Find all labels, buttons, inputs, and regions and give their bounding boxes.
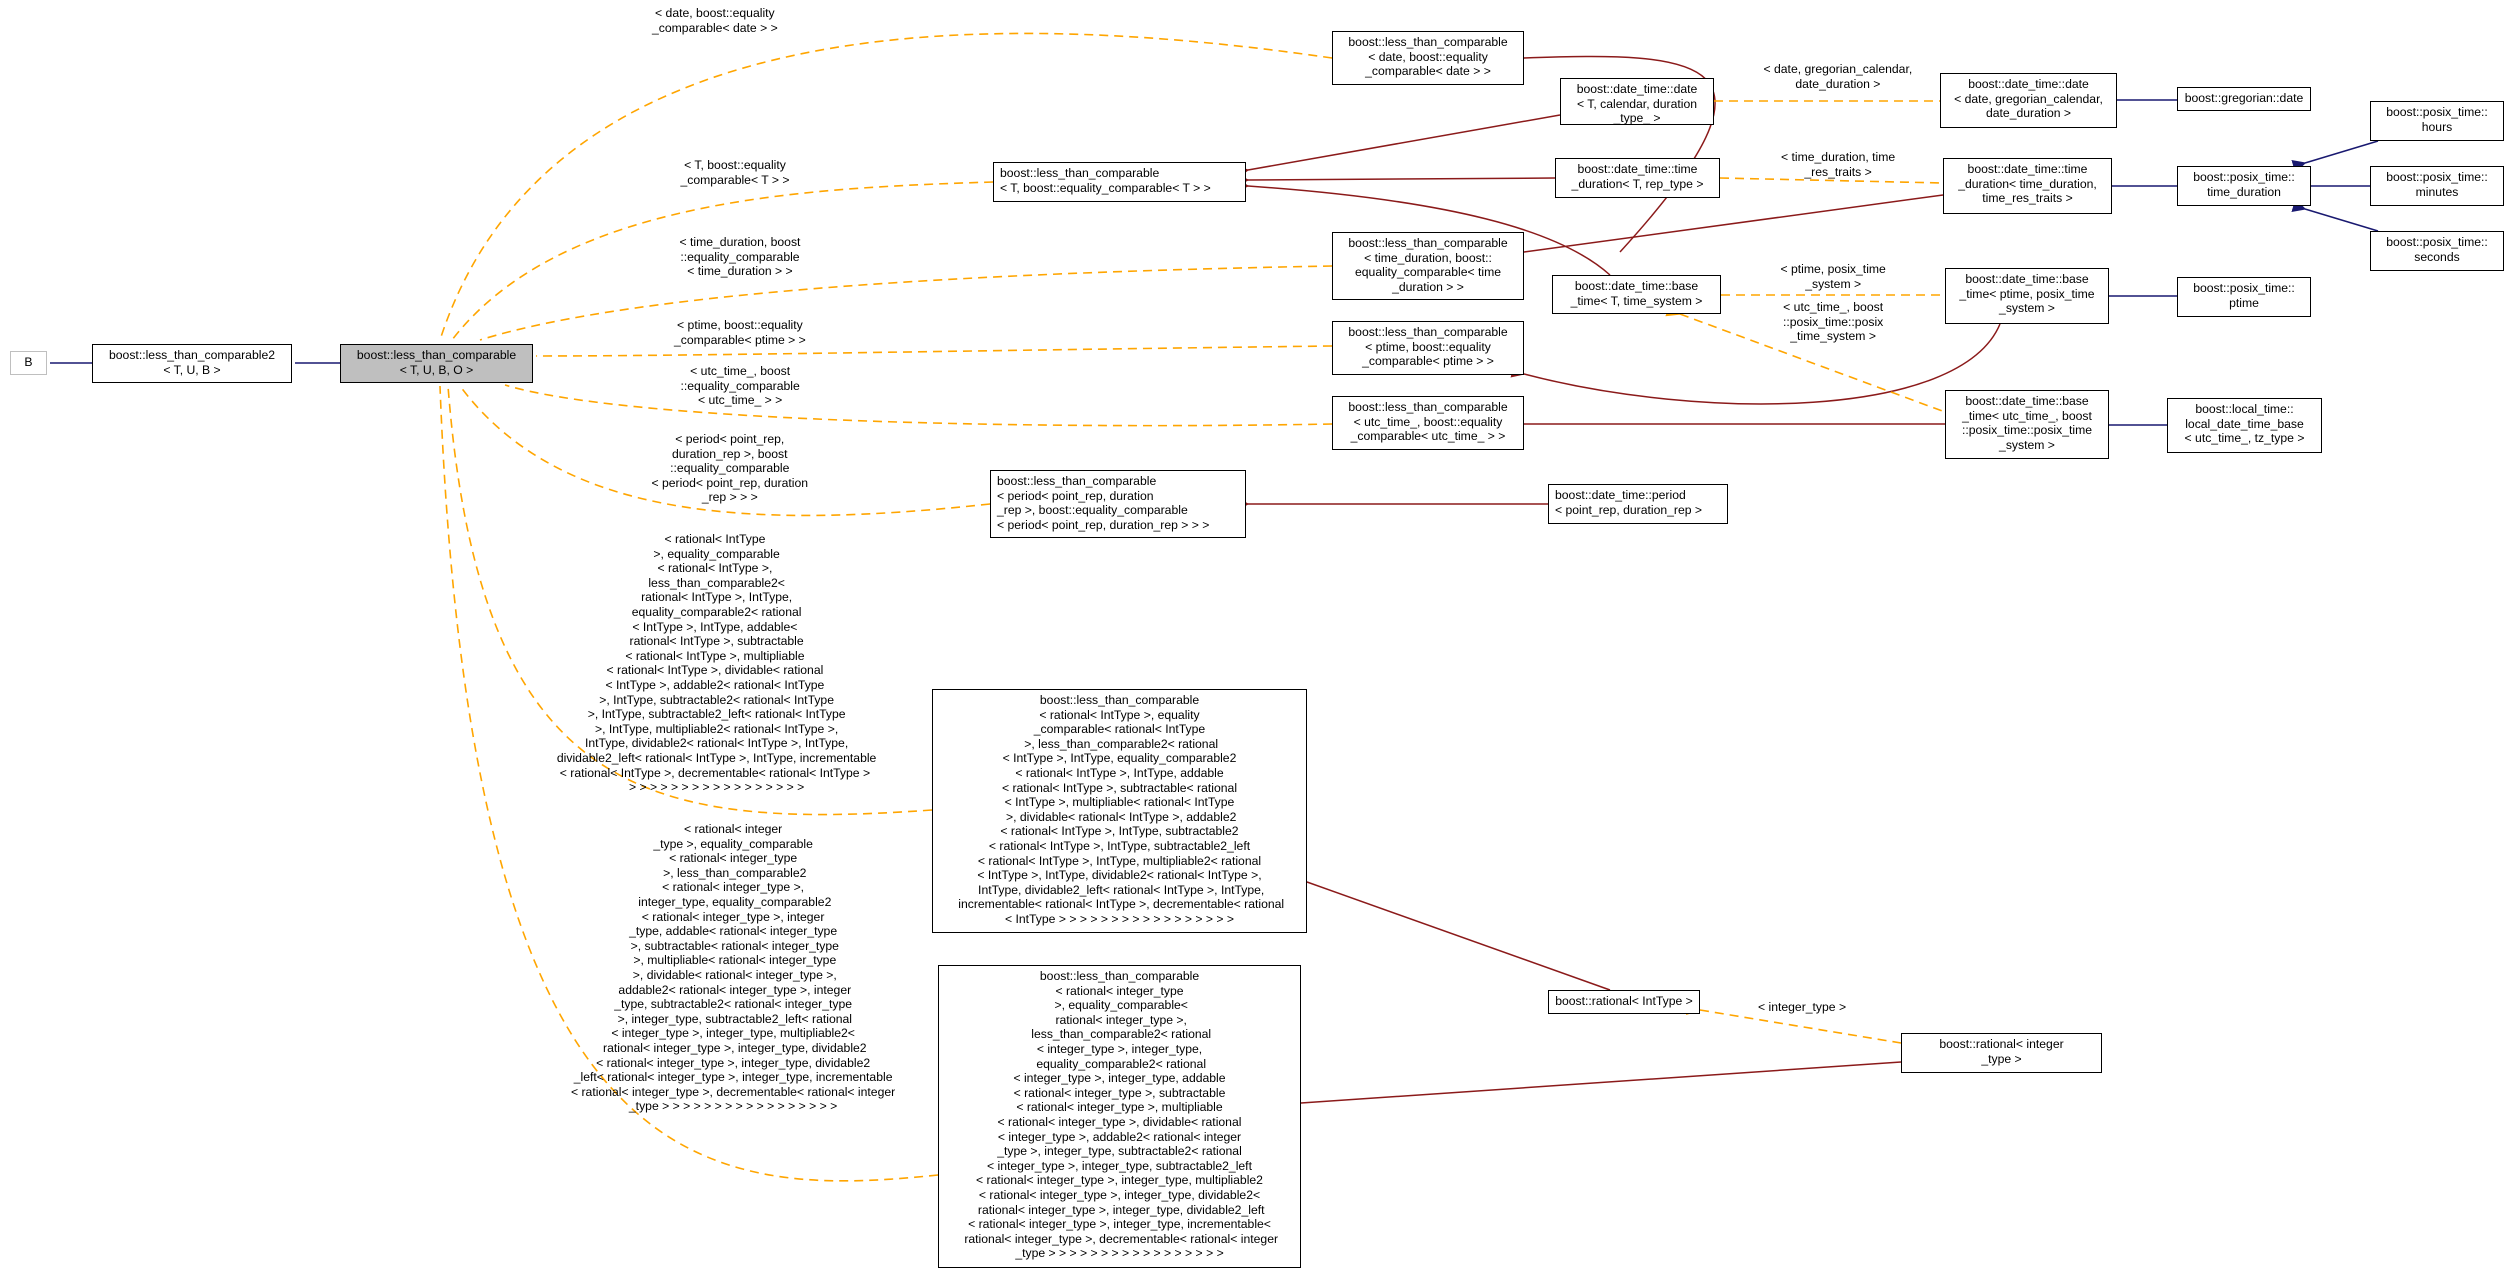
- edge-ltc-utc-to-ltc: [504, 384, 1346, 431]
- class-node-dt-period[interactable]: boost::date_time::period < point_rep, du…: [1548, 484, 1728, 524]
- class-node-dt-base-utc[interactable]: boost::date_time::base _time< utc_time_,…: [1945, 390, 2109, 459]
- class-node-lt-ldtb[interactable]: boost::local_time:: local_date_time_base…: [2167, 398, 2322, 453]
- edge-label-td-inst: < time_duration, time _res_traits >: [1781, 150, 1896, 179]
- edge-label-integer-type: < integer_type >: [1758, 1000, 1847, 1014]
- class-node-pt-minutes[interactable]: boost::posix_time:: minutes: [2370, 166, 2504, 206]
- edge-label-utc-inst: < utc_time_, boost ::posix_time::posix _…: [1783, 300, 1884, 344]
- edge-rational-int-to-ltc-rat-int: [1293, 871, 1611, 991]
- class-node-ltc-td[interactable]: boost::less_than_comparable < time_durat…: [1332, 232, 1524, 300]
- class-node-greg-date[interactable]: boost::gregorian::date: [2177, 87, 2311, 111]
- class-node-dt-td-t[interactable]: boost::date_time::time _duration< T, rep…: [1555, 158, 1720, 198]
- edge-label-rat-int: < rational< IntType >, equality_comparab…: [556, 532, 877, 795]
- class-node-ltc-period[interactable]: boost::less_than_comparable < period< po…: [990, 470, 1246, 538]
- class-node-dt-td-inst[interactable]: boost::date_time::time _duration< time_d…: [1943, 158, 2112, 214]
- class-node-ltc2[interactable]: boost::less_than_comparable2 < T, U, B >: [92, 344, 292, 383]
- edge-label-utc: < utc_time_, boost ::equality_comparable…: [680, 364, 800, 408]
- class-node-dt-date-t[interactable]: boost::date_time::date < T, calendar, du…: [1560, 78, 1714, 125]
- class-node-dt-date-greg[interactable]: boost::date_time::date < date, gregorian…: [1940, 73, 2117, 128]
- class-node-dt-base-ptime[interactable]: boost::date_time::base _time< ptime, pos…: [1945, 268, 2109, 324]
- class-node-pt-td[interactable]: boost::posix_time:: time_duration: [2177, 166, 2311, 206]
- class-node-ltc-rat-int[interactable]: boost::less_than_comparable < rational< …: [932, 689, 1307, 933]
- edge-dt-td-t-to-ltc-t: [1235, 173, 1556, 187]
- edge-label-ptime-inst: < ptime, posix_time _system >: [1780, 262, 1886, 291]
- class-node-rational-int[interactable]: boost::rational< IntType >: [1548, 990, 1700, 1014]
- edge-label-period: < period< point_rep, duration_rep >, boo…: [651, 432, 809, 505]
- class-node-pt-ptime[interactable]: boost::posix_time:: ptime: [2177, 277, 2311, 317]
- class-node-rational-integer[interactable]: boost::rational< integer _type >: [1901, 1033, 2102, 1073]
- class-node-pt-seconds[interactable]: boost::posix_time:: seconds: [2370, 231, 2504, 271]
- edge-pt-seconds-to-pt-td: [2291, 199, 2379, 232]
- class-node-b[interactable]: B: [10, 351, 47, 375]
- edge-dt-base-ptime-to-ltc-ptime: [1510, 323, 2001, 405]
- class-node-ltc-utc[interactable]: boost::less_than_comparable < utc_time_,…: [1332, 396, 1524, 450]
- edge-rational-integer-to-rational-int: [1686, 1000, 1902, 1044]
- edge-ltc-ptime-to-ltc: [535, 338, 1346, 357]
- class-node-ltc-rat-integer[interactable]: boost::less_than_comparable < rational< …: [938, 965, 1301, 1268]
- class-node-ltc-ptime[interactable]: boost::less_than_comparable < ptime, boo…: [1332, 321, 1524, 375]
- edge-label-td: < time_duration, boost ::equality_compar…: [679, 235, 801, 279]
- edge-label-rat-integer: < rational< integer _type >, equality_co…: [571, 822, 896, 1114]
- class-node-ltc-date[interactable]: boost::less_than_comparable < date, boos…: [1332, 31, 1524, 85]
- edge-label-date-greg: < date, gregorian_calendar, date_duratio…: [1763, 62, 1913, 91]
- edge-rational-integer-to-ltc-rat-integer: [1288, 1061, 1902, 1111]
- edge-label-ptime: < ptime, boost::equality _comparable< pt…: [674, 318, 806, 347]
- class-node-dt-base-t[interactable]: boost::date_time::base _time< T, time_sy…: [1552, 275, 1721, 314]
- class-node-ltc-t[interactable]: boost::less_than_comparable < T, boost::…: [993, 162, 1246, 202]
- edge-ltc-td-to-ltc: [479, 258, 1346, 341]
- edge-dt-td-inst-to-ltc-td: [1511, 194, 1944, 261]
- edge-dt-date-t-to-ltc-t: [1234, 114, 1561, 179]
- edge-label-date: < date, boost::equality _comparable< dat…: [652, 6, 778, 35]
- class-node-pt-hours[interactable]: boost::posix_time:: hours: [2370, 101, 2504, 141]
- edge-label-t: < T, boost::equality _comparable< T > >: [680, 158, 790, 187]
- edge-pt-hours-to-pt-td: [2291, 140, 2379, 173]
- class-node-ltc[interactable]: boost::less_than_comparable < T, U, B, O…: [340, 344, 533, 383]
